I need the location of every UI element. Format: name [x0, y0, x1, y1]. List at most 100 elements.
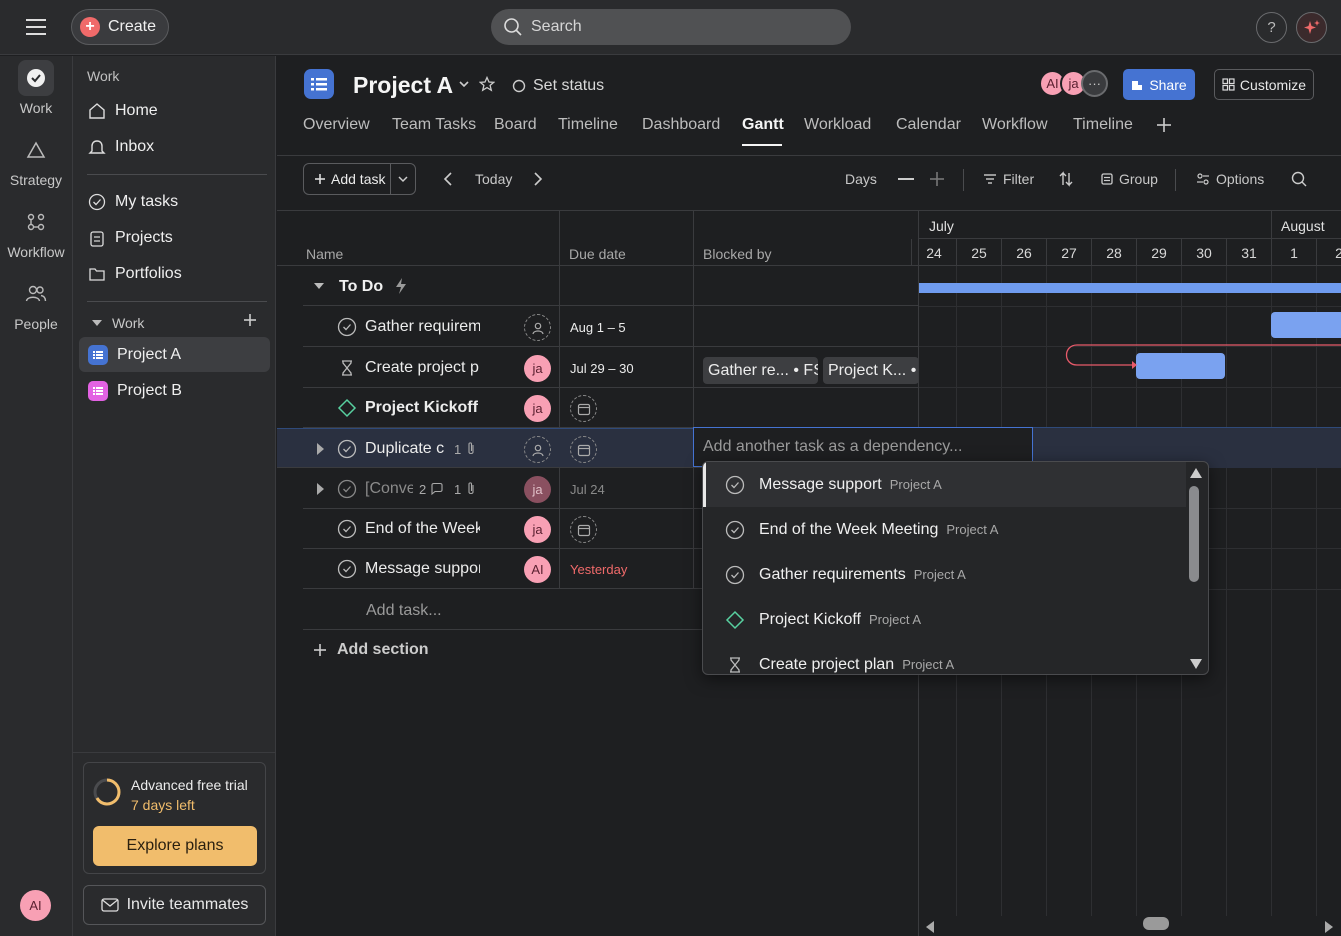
sidebar-item-projects[interactable]: Projects — [79, 220, 270, 255]
task-bar[interactable] — [1271, 312, 1341, 338]
add-task-inline[interactable]: Add task... — [366, 602, 442, 620]
chevron-down-icon[interactable] — [391, 164, 415, 194]
help-button[interactable]: ? — [1256, 12, 1287, 43]
tab-gantt[interactable]: Gantt — [742, 116, 784, 134]
avatar[interactable]: AI — [524, 556, 551, 583]
zoom-out-icon[interactable] — [898, 178, 914, 180]
caret-down-icon[interactable] — [313, 282, 325, 290]
task-name[interactable]: Gather requirem — [365, 318, 480, 336]
chevron-right-icon[interactable] — [533, 171, 543, 187]
check-circle-icon[interactable] — [337, 439, 357, 459]
task-name[interactable]: Message suppor — [365, 560, 480, 578]
avatar[interactable]: ja — [524, 516, 551, 543]
chevron-left-icon[interactable] — [443, 171, 453, 187]
column-header-due-date[interactable]: Due date — [569, 246, 626, 262]
check-circle-icon[interactable] — [337, 317, 357, 337]
sort-icon[interactable] — [1059, 171, 1073, 187]
scroll-down-icon[interactable] — [1190, 659, 1202, 669]
sidebar-item-portfolios[interactable]: Portfolios — [79, 256, 270, 291]
add-tab-icon[interactable] — [1156, 117, 1172, 133]
table-row[interactable]: Create project p ja Jul 29 – 30 Gather r… — [303, 348, 919, 388]
dependency-option[interactable]: End of the Week Meeting Project A — [703, 507, 1186, 552]
due-date[interactable]: Jul 29 – 30 — [570, 361, 634, 376]
add-task-button[interactable]: Add task — [304, 164, 392, 194]
task-name[interactable]: Project Kickoff — [365, 399, 495, 417]
avatar[interactable]: ja — [524, 395, 551, 422]
add-section-button[interactable]: Add section — [313, 641, 429, 659]
star-icon[interactable] — [479, 76, 495, 92]
share-button[interactable]: Share — [1123, 69, 1195, 100]
filter-button[interactable]: Filter — [983, 171, 1034, 187]
hourglass-icon[interactable] — [337, 358, 357, 378]
scroll-up-icon[interactable] — [1190, 468, 1202, 478]
table-row[interactable]: Project Kickoff ja — [303, 388, 919, 428]
task-name[interactable]: Create project p — [365, 359, 480, 377]
options-button[interactable]: Options — [1196, 171, 1264, 187]
set-status-button[interactable]: Set status — [512, 77, 604, 95]
rail-item-workflow[interactable]: Workflow — [0, 204, 72, 260]
column-header-name[interactable]: Name — [306, 246, 343, 262]
tab-timeline-2[interactable]: Timeline — [1073, 116, 1133, 134]
expand-arrow-icon[interactable] — [317, 443, 324, 455]
tab-overview[interactable]: Overview — [303, 116, 370, 134]
scrollbar-thumb[interactable] — [1143, 917, 1169, 930]
unassigned-avatar-icon[interactable] — [524, 314, 551, 341]
sidebar-item-project-b[interactable]: Project B — [79, 373, 270, 408]
tab-board[interactable]: Board — [494, 116, 537, 134]
milestone-diamond-icon[interactable] — [337, 398, 357, 418]
invite-teammates-button[interactable]: Invite teammates — [83, 885, 266, 925]
calendar-icon[interactable] — [570, 395, 597, 422]
table-row[interactable]: Gather requirem Aug 1 – 5 — [303, 307, 919, 347]
zoom-in-icon[interactable] — [929, 171, 945, 187]
horizontal-scrollbar[interactable] — [919, 916, 1341, 936]
search-input[interactable]: Search — [491, 9, 851, 45]
group-button[interactable]: Group — [1101, 171, 1158, 187]
dependency-option[interactable]: Gather requirements Project A — [703, 552, 1186, 597]
sidebar-item-my-tasks[interactable]: My tasks — [79, 184, 270, 219]
dependency-option[interactable]: Project Kickoff Project A — [703, 597, 1186, 642]
scroll-right-icon[interactable] — [1324, 921, 1334, 933]
tab-workload[interactable]: Workload — [804, 116, 871, 134]
dependency-chip[interactable]: Gather re... • FS — [703, 357, 818, 384]
check-circle-icon[interactable] — [337, 479, 357, 499]
rail-item-work[interactable]: Work — [0, 60, 72, 116]
tab-team-tasks[interactable]: Team Tasks — [392, 116, 476, 134]
sidebar-item-inbox[interactable]: Inbox — [79, 129, 270, 164]
search-icon[interactable] — [1291, 171, 1307, 187]
task-name[interactable]: End of the Week — [365, 520, 480, 538]
due-date[interactable]: Jul 24 — [570, 482, 605, 497]
task-name[interactable]: Duplicate c — [365, 440, 445, 458]
chevron-down-icon[interactable] — [458, 79, 470, 89]
lightning-icon[interactable] — [394, 277, 408, 295]
dependency-option[interactable]: Message support Project A — [703, 462, 1186, 507]
scrollbar-thumb[interactable] — [1189, 486, 1199, 582]
tab-timeline[interactable]: Timeline — [558, 116, 618, 134]
sidebar-item-project-a[interactable]: Project A — [79, 337, 270, 372]
create-button[interactable]: + Create — [71, 9, 169, 45]
sidebar-item-home[interactable]: Home — [79, 93, 270, 128]
due-date-overdue[interactable]: Yesterday — [570, 562, 627, 577]
rail-item-people[interactable]: People — [0, 276, 72, 332]
avatar[interactable]: AI — [20, 890, 51, 921]
tab-calendar[interactable]: Calendar — [896, 116, 961, 134]
dependency-chip[interactable]: Project K... • F — [823, 357, 919, 384]
due-date[interactable]: Aug 1 – 5 — [570, 320, 626, 335]
dependency-option[interactable]: Create project plan Project A — [703, 642, 1186, 674]
today-button[interactable]: Today — [475, 171, 512, 187]
calendar-icon[interactable] — [570, 436, 597, 463]
plus-icon[interactable] — [243, 313, 257, 327]
check-circle-icon[interactable] — [337, 559, 357, 579]
task-name[interactable]: [Conve — [365, 480, 413, 498]
ai-sparkle-icon[interactable] — [1296, 12, 1327, 43]
menu-icon[interactable] — [22, 15, 50, 39]
scroll-left-icon[interactable] — [925, 921, 935, 933]
calendar-icon[interactable] — [570, 516, 597, 543]
customize-button[interactable]: Customize — [1214, 69, 1314, 100]
member-avatars[interactable]: AI ja ··· — [1039, 70, 1108, 97]
zoom-level-days[interactable]: Days — [845, 171, 877, 187]
avatar[interactable]: ja — [524, 476, 551, 503]
tab-workflow[interactable]: Workflow — [982, 116, 1048, 134]
column-header-blocked-by[interactable]: Blocked by — [703, 246, 771, 262]
rail-item-strategy[interactable]: Strategy — [0, 132, 72, 188]
work-section-toggle[interactable]: Work — [91, 315, 144, 331]
